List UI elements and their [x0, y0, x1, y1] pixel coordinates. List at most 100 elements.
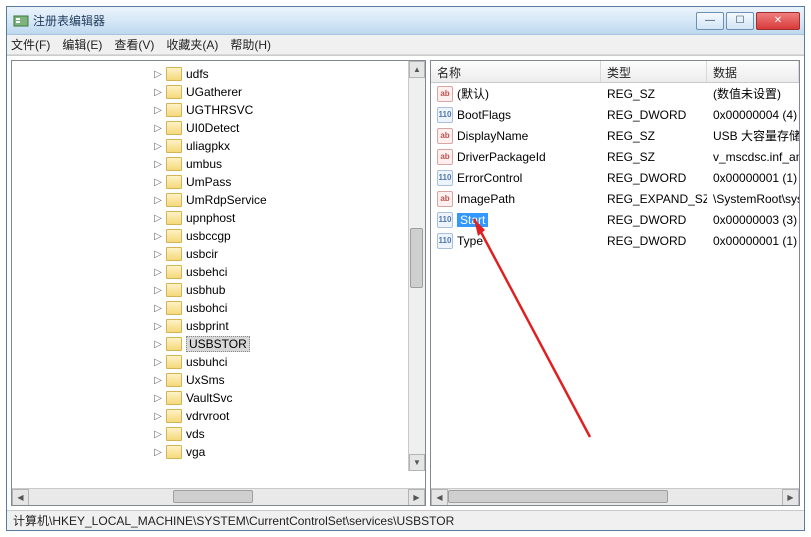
- expand-icon[interactable]: ▷: [152, 285, 164, 296]
- list-row[interactable]: abDriverPackageIdREG_SZv_mscdsc.inf_amd6…: [431, 146, 799, 167]
- value-data: (数值未设置): [707, 85, 799, 102]
- folder-icon: [166, 247, 182, 261]
- tree-item[interactable]: ▷ umbus: [152, 155, 267, 173]
- scroll-right-arrow[interactable]: ▶: [408, 489, 425, 506]
- tree-item-label: vga: [186, 445, 205, 459]
- value-type: REG_SZ: [601, 150, 707, 164]
- tree-item[interactable]: ▷UxSms: [152, 371, 267, 389]
- value-type: REG_EXPAND_SZ: [601, 192, 707, 206]
- tree-item[interactable]: ▷ USBSTOR: [152, 335, 267, 353]
- tree-item[interactable]: ▷usbhub: [152, 281, 267, 299]
- maximize-button[interactable]: ☐: [726, 12, 754, 30]
- scroll-thumb[interactable]: [410, 228, 423, 288]
- expand-icon[interactable]: ▷: [152, 213, 164, 224]
- expand-icon[interactable]: ▷: [152, 321, 164, 332]
- menu-favorites[interactable]: 收藏夹(A): [166, 36, 218, 53]
- expand-icon[interactable]: ▷: [152, 447, 164, 458]
- tree-pane: ▷udfs▷UGatherer▷UGTHRSVC▷UI0Detect ▷ uliag…: [11, 60, 426, 506]
- tree-item[interactable]: ▷usbprint: [152, 317, 267, 335]
- value-data: 0x00000004 (4): [707, 108, 799, 122]
- list-row[interactable]: abImagePathREG_EXPAND_SZ\SystemRoot\syst…: [431, 188, 799, 209]
- app-icon: [13, 13, 29, 29]
- column-header-type[interactable]: 类型: [601, 61, 707, 82]
- tree-item[interactable]: ▷ usbehci: [152, 263, 267, 281]
- expand-icon[interactable]: ▷: [152, 141, 164, 152]
- list-row[interactable]: abDisplayNameREG_SZUSB 大容量存储驱动程序: [431, 125, 799, 146]
- tree-item[interactable]: ▷ usbccgp: [152, 227, 267, 245]
- tree-item[interactable]: ▷usbuhci: [152, 353, 267, 371]
- expand-icon[interactable]: ▷: [152, 267, 164, 278]
- expand-icon[interactable]: ▷: [152, 177, 164, 188]
- list-row[interactable]: 110StartREG_DWORD0x00000003 (3): [431, 209, 799, 230]
- column-header-name[interactable]: 名称: [431, 61, 601, 82]
- menu-file[interactable]: 文件(F): [11, 36, 50, 53]
- tree-item-label: umbus: [186, 157, 222, 171]
- list-row[interactable]: ab(默认)REG_SZ(数值未设置): [431, 83, 799, 104]
- tree-item[interactable]: ▷ VaultSvc: [152, 389, 267, 407]
- scroll-left-arrow[interactable]: ◀: [431, 489, 448, 506]
- tree-item[interactable]: ▷upnphost: [152, 209, 267, 227]
- menu-edit[interactable]: 编辑(E): [62, 36, 102, 53]
- reg-bin-icon: 110: [437, 107, 453, 123]
- tree-item-label: VaultSvc: [186, 391, 232, 405]
- tree-item[interactable]: ▷UGTHRSVC: [152, 101, 267, 119]
- tree-item-label: uliagpkx: [186, 139, 230, 153]
- tree-vertical-scrollbar[interactable]: ▲ ▼: [408, 61, 425, 471]
- expand-icon[interactable]: ▷: [152, 303, 164, 314]
- close-button[interactable]: ✕: [756, 12, 800, 30]
- tree-item[interactable]: ▷ uliagpkx: [152, 137, 267, 155]
- minimize-button[interactable]: —: [696, 12, 724, 30]
- tree-item[interactable]: ▷UI0Detect: [152, 119, 267, 137]
- expand-icon[interactable]: ▷: [152, 87, 164, 98]
- scroll-left-arrow[interactable]: ◀: [12, 489, 29, 506]
- expand-icon[interactable]: ▷: [152, 159, 164, 170]
- expand-icon[interactable]: ▷: [152, 231, 164, 242]
- list-body[interactable]: ab(默认)REG_SZ(数值未设置)110BootFlagsREG_DWORD…: [431, 83, 799, 488]
- tree-item[interactable]: ▷ usbcir: [152, 245, 267, 263]
- tree-item-label: usbccgp: [186, 229, 231, 243]
- tree-horizontal-scrollbar[interactable]: ◀ ▶: [12, 488, 425, 505]
- tree-item[interactable]: ▷ vga: [152, 443, 267, 461]
- expand-icon[interactable]: ▷: [152, 411, 164, 422]
- scroll-right-arrow[interactable]: ▶: [782, 489, 799, 506]
- tree-item-label: usbehci: [186, 265, 227, 279]
- menu-help[interactable]: 帮助(H): [230, 36, 271, 53]
- list-row[interactable]: 110TypeREG_DWORD0x00000001 (1): [431, 230, 799, 251]
- expand-icon[interactable]: ▷: [152, 105, 164, 116]
- tree-viewport[interactable]: ▷udfs▷UGatherer▷UGTHRSVC▷UI0Detect ▷ uliag…: [12, 61, 425, 488]
- menu-view[interactable]: 查看(V): [114, 36, 154, 53]
- list-row[interactable]: 110ErrorControlREG_DWORD0x00000001 (1): [431, 167, 799, 188]
- list-row[interactable]: 110BootFlagsREG_DWORD0x00000004 (4): [431, 104, 799, 125]
- expand-icon[interactable]: ▷: [152, 69, 164, 80]
- scroll-thumb[interactable]: [173, 490, 253, 503]
- tree-item[interactable]: ▷vdrvroot: [152, 407, 267, 425]
- list-horizontal-scrollbar[interactable]: ◀ ▶: [431, 488, 799, 505]
- column-header-data[interactable]: 数据: [707, 61, 799, 82]
- scroll-up-arrow[interactable]: ▲: [409, 61, 425, 78]
- expand-icon[interactable]: ▷: [152, 375, 164, 386]
- expand-icon[interactable]: ▷: [152, 195, 164, 206]
- values-pane: 名称 类型 数据 ab(默认)REG_SZ(数值未设置)110BootFlags…: [430, 60, 800, 506]
- expand-icon[interactable]: ▷: [152, 339, 164, 350]
- title-bar[interactable]: 注册表编辑器 — ☐ ✕: [7, 7, 804, 35]
- tree-item[interactable]: ▷usbohci: [152, 299, 267, 317]
- value-data: 0x00000003 (3): [707, 213, 799, 227]
- expand-icon[interactable]: ▷: [152, 249, 164, 260]
- expand-icon[interactable]: ▷: [152, 393, 164, 404]
- folder-icon: [166, 427, 182, 441]
- tree-item[interactable]: ▷udfs: [152, 65, 267, 83]
- expand-icon[interactable]: ▷: [152, 429, 164, 440]
- scroll-thumb[interactable]: [448, 490, 668, 503]
- tree-item[interactable]: ▷UmRdpService: [152, 191, 267, 209]
- reg-sz-icon: ab: [437, 86, 453, 102]
- tree-item[interactable]: ▷vds: [152, 425, 267, 443]
- expand-icon[interactable]: ▷: [152, 357, 164, 368]
- tree-item-label: usbcir: [186, 247, 218, 261]
- tree-item-label: USBSTOR: [186, 336, 250, 352]
- reg-bin-icon: 110: [437, 212, 453, 228]
- tree-item[interactable]: ▷UmPass: [152, 173, 267, 191]
- tree-item[interactable]: ▷UGatherer: [152, 83, 267, 101]
- scroll-down-arrow[interactable]: ▼: [409, 454, 425, 471]
- expand-icon[interactable]: ▷: [152, 123, 164, 134]
- window-title: 注册表编辑器: [33, 12, 696, 29]
